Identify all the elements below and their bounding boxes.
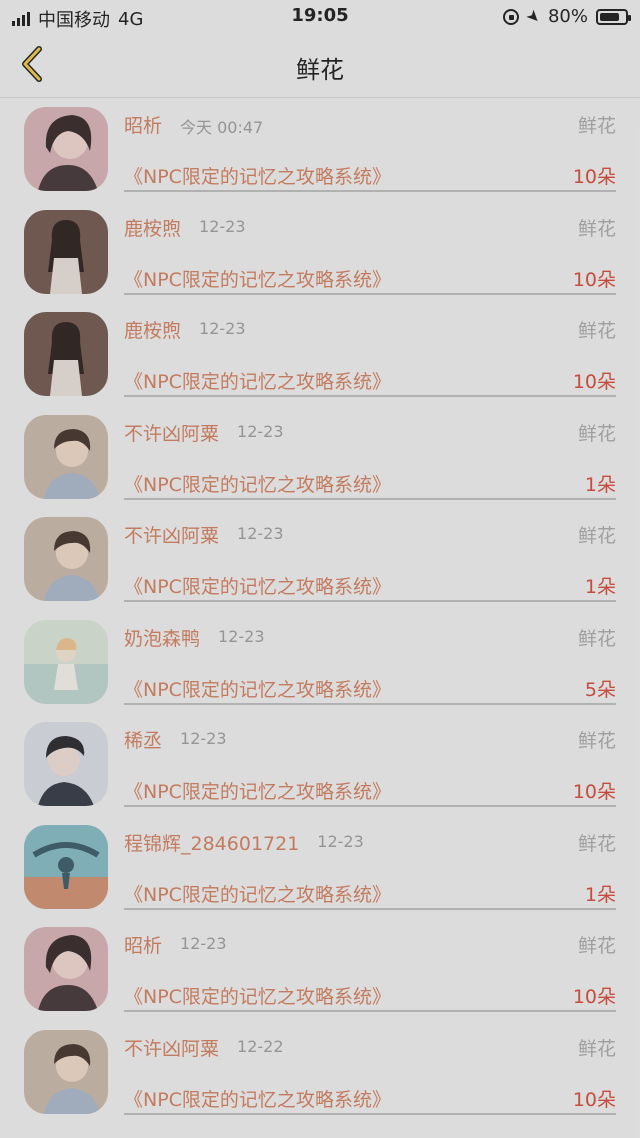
list-item[interactable]: 不许凶阿粟 12-23 鲜花《NPC限定的记忆之攻略系统》 1朵 bbox=[0, 509, 640, 612]
list-item[interactable]: 鹿桉煦 12-23 鲜花《NPC限定的记忆之攻略系统》 10朵 bbox=[0, 304, 640, 407]
row-divider bbox=[124, 805, 616, 807]
gift-type-label: 鲜花 bbox=[577, 422, 616, 445]
list-item[interactable]: 奶泡森鸭 12-23 鲜花《NPC限定的记忆之攻略系统》 5朵 bbox=[0, 612, 640, 715]
gift-count: 10朵 bbox=[572, 781, 616, 803]
gift-type-label: 鲜花 bbox=[577, 525, 616, 547]
book-title-link[interactable]: 《NPC限定的记忆之攻略系统》 bbox=[124, 982, 391, 1009]
timestamp: 今天 00:47 bbox=[180, 118, 264, 137]
timestamp: 12-23 bbox=[199, 216, 246, 236]
battery-percent: 80% bbox=[547, 6, 588, 27]
gift-count: 10朵 bbox=[572, 268, 616, 291]
timestamp: 12-23 bbox=[237, 524, 284, 543]
avatar[interactable] bbox=[24, 312, 108, 396]
avatar[interactable] bbox=[24, 414, 108, 499]
list-item[interactable]: 不许凶阿粟 12-22 鲜花《NPC限定的记忆之攻略系统》 10朵 bbox=[0, 1022, 640, 1125]
sender-name[interactable]: 不许凶阿粟 bbox=[124, 521, 219, 548]
avatar[interactable] bbox=[24, 619, 108, 704]
location-icon: ➤ bbox=[521, 5, 545, 28]
timestamp: 12-22 bbox=[237, 1036, 284, 1056]
avatar[interactable] bbox=[24, 1029, 108, 1114]
book-title-link[interactable]: 《NPC限定的记忆之攻略系统》 bbox=[124, 367, 391, 394]
gift-count: 1朵 bbox=[584, 576, 616, 598]
status-right: ➤ 80% bbox=[502, 5, 631, 28]
book-title-link[interactable]: 《NPC限定的记忆之攻略系统》 bbox=[124, 162, 391, 189]
gift-type-label: 鲜花 bbox=[577, 115, 616, 137]
gift-type-label: 鲜花 bbox=[577, 627, 616, 650]
timestamp: 12-23 bbox=[317, 831, 364, 851]
sender-name[interactable]: 程锦辉_284601721 bbox=[124, 829, 299, 856]
sender-name[interactable]: 鹿桉煦 bbox=[124, 316, 181, 343]
avatar[interactable] bbox=[24, 927, 108, 1011]
list-item[interactable]: 不许凶阿粟 12-23 鲜花《NPC限定的记忆之攻略系统》 1朵 bbox=[0, 407, 640, 510]
timestamp: 12-23 bbox=[180, 729, 227, 748]
row-divider bbox=[124, 1010, 616, 1012]
book-title-link[interactable]: 《NPC限定的记忆之攻略系统》 bbox=[124, 572, 391, 599]
nav-bar: 鲜花 bbox=[0, 32, 640, 98]
gift-count: 1朵 bbox=[584, 473, 616, 496]
gift-count: 1朵 bbox=[584, 883, 616, 906]
avatar[interactable] bbox=[24, 209, 108, 294]
sender-name[interactable]: 昭析 bbox=[124, 931, 162, 958]
avatar[interactable] bbox=[24, 722, 108, 806]
sender-name[interactable]: 昭析 bbox=[124, 111, 162, 138]
book-title-link[interactable]: 《NPC限定的记忆之攻略系统》 bbox=[124, 1085, 391, 1112]
gift-count: 10朵 bbox=[572, 1088, 616, 1111]
row-divider bbox=[124, 907, 616, 910]
list-item[interactable]: 稀丞 12-23 鲜花《NPC限定的记忆之攻略系统》 10朵 bbox=[0, 714, 640, 817]
status-bar: 中国移动 4G 19:05 ➤ 80% bbox=[0, 0, 640, 32]
timestamp: 12-23 bbox=[237, 421, 284, 441]
row-divider bbox=[124, 1112, 616, 1115]
gift-list: 昭析 今天 00:47 鲜花 《NPC限定的记忆之攻略系统》 10朵 鹿桉煦 12-23 鲜花… bbox=[0, 99, 640, 1124]
row-divider bbox=[124, 497, 616, 500]
row-divider bbox=[124, 292, 616, 295]
book-title-link[interactable]: 《NPC限定的记忆之攻略系统》 bbox=[124, 675, 391, 702]
gift-count: 10朵 bbox=[572, 371, 616, 393]
sender-name[interactable]: 不许凶阿粟 bbox=[124, 1034, 219, 1061]
list-item[interactable]: 昭析 今天 00:47 鲜花《NPC限定的记忆之攻略系统》 10朵 bbox=[0, 99, 640, 202]
gift-type-label: 鲜花 bbox=[577, 935, 616, 957]
gift-count: 10朵 bbox=[572, 986, 616, 1008]
row-divider bbox=[124, 190, 616, 192]
timestamp: 12-23 bbox=[218, 626, 265, 646]
sender-name[interactable]: 奶泡森鸭 bbox=[124, 624, 200, 651]
gift-type-label: 鲜花 bbox=[577, 832, 616, 855]
gift-count: 5朵 bbox=[584, 678, 616, 701]
book-title-link[interactable]: 《NPC限定的记忆之攻略系统》 bbox=[124, 777, 391, 804]
row-divider bbox=[124, 395, 616, 397]
list-item[interactable]: 程锦辉_284601721 12-23 鲜花《NPC限定的记忆之攻略系统》 1朵 bbox=[0, 817, 640, 920]
row-divider bbox=[124, 600, 616, 602]
sender-name[interactable]: 稀丞 bbox=[124, 726, 162, 753]
gift-count: 10朵 bbox=[572, 166, 616, 188]
timestamp: 12-23 bbox=[180, 934, 227, 953]
gift-type-label: 鲜花 bbox=[577, 730, 616, 752]
avatar[interactable] bbox=[24, 824, 108, 909]
list-item[interactable]: 鹿桉煦 12-23 鲜花《NPC限定的记忆之攻略系统》 10朵 bbox=[0, 202, 640, 305]
sender-name[interactable]: 不许凶阿粟 bbox=[124, 419, 219, 446]
gift-type-label: 鲜花 bbox=[577, 1037, 616, 1060]
lock-rotation-icon bbox=[502, 8, 519, 25]
book-title-link[interactable]: 《NPC限定的记忆之攻略系统》 bbox=[124, 880, 391, 907]
book-title-link[interactable]: 《NPC限定的记忆之攻略系统》 bbox=[124, 265, 391, 292]
avatar[interactable] bbox=[24, 107, 108, 191]
sender-name[interactable]: 鹿桉煦 bbox=[124, 214, 181, 241]
battery-icon bbox=[596, 8, 631, 25]
battery-fill bbox=[600, 12, 619, 21]
gift-type-label: 鲜花 bbox=[577, 217, 616, 240]
gift-type-label: 鲜花 bbox=[577, 320, 616, 342]
page-title: 鲜花 bbox=[296, 56, 344, 84]
avatar[interactable] bbox=[24, 517, 108, 601]
timestamp: 12-23 bbox=[199, 319, 246, 338]
row-divider bbox=[124, 702, 616, 705]
book-title-link[interactable]: 《NPC限定的记忆之攻略系统》 bbox=[124, 470, 391, 497]
list-item[interactable]: 昭析 12-23 鲜花《NPC限定的记忆之攻略系统》 10朵 bbox=[0, 919, 640, 1022]
